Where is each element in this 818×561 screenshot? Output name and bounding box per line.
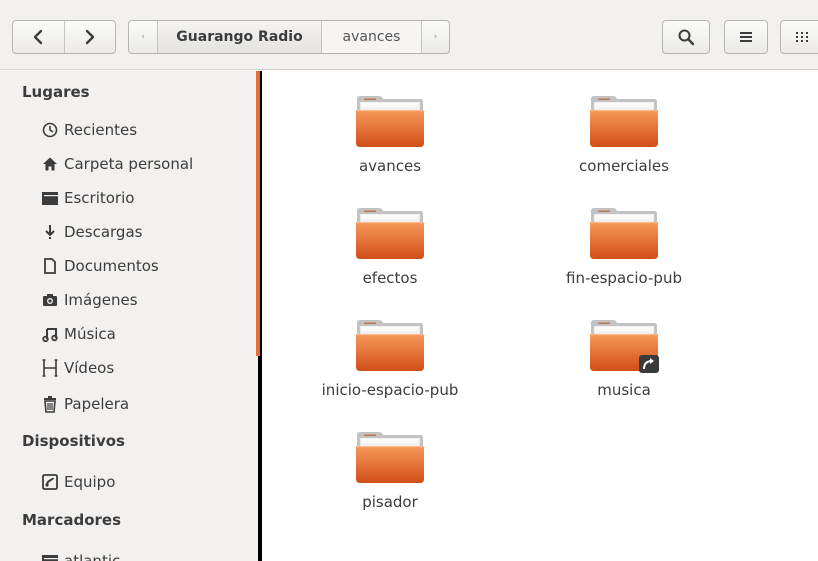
sidebar-item-label: Descargas <box>64 223 143 241</box>
desktop-folder-icon <box>40 189 60 207</box>
bookmarks-heading: Marcadores <box>22 511 122 529</box>
path-scroll-left-button[interactable]: ‹ <box>129 21 157 53</box>
sidebar-item-label: Papelera <box>64 395 130 413</box>
folder-icon <box>589 205 659 261</box>
sidebar-scrollbar[interactable] <box>256 71 260 356</box>
folder-item-comerciales[interactable]: comerciales <box>524 93 724 175</box>
music-icon <box>40 325 60 343</box>
download-icon <box>40 223 60 241</box>
sidebar-item-documentos[interactable]: Documentos <box>40 254 159 278</box>
folder-item-inicio-espacio-pub[interactable]: inicio-espacio-pub <box>290 317 490 399</box>
sidebar-item-label: Equipo <box>64 473 116 491</box>
folder-item-musica[interactable]: musica <box>524 317 724 399</box>
search-icon <box>678 29 695 46</box>
sidebar-item-papelera[interactable]: Papelera <box>40 392 129 416</box>
sidebar-item-label: Recientes <box>64 121 138 139</box>
sidebar-item-label: atlantic <box>64 552 121 561</box>
sidebar-item-escritorio[interactable]: Escritorio <box>40 186 134 210</box>
grid-view-button[interactable] <box>780 20 818 54</box>
folder-icon <box>355 205 425 261</box>
folder-icon <box>40 552 60 561</box>
sidebar: Lugares Recientes Carpeta personal Escri… <box>0 71 258 561</box>
folder-name: fin-espacio-pub <box>566 269 682 287</box>
trash-icon <box>40 395 60 413</box>
file-view: avances comerciales efectos fin-espacio-… <box>262 71 818 561</box>
search-button[interactable] <box>662 20 710 54</box>
list-view-button[interactable] <box>724 20 768 54</box>
sidebar-item-carpeta-personal[interactable]: Carpeta personal <box>40 152 193 176</box>
folder-name: musica <box>597 381 651 399</box>
devices-heading: Dispositivos <box>22 432 125 450</box>
toolbar: ‹ Guarango Radio avances › <box>0 0 818 70</box>
back-button[interactable] <box>13 21 64 53</box>
sidebar-item-descargas[interactable]: Descargas <box>40 220 142 244</box>
breadcrumb-avances[interactable]: avances <box>321 21 421 53</box>
sidebar-item-videos[interactable]: Vídeos <box>40 356 114 380</box>
forward-button[interactable] <box>63 21 115 53</box>
drive-icon <box>40 473 60 491</box>
sidebar-item-atlantic[interactable]: atlantic <box>40 549 120 561</box>
places-heading: Lugares <box>22 83 90 101</box>
navigation-buttons <box>12 20 116 54</box>
folder-item-efectos[interactable]: efectos <box>290 205 490 287</box>
folder-icon <box>355 317 425 373</box>
folder-item-pisador[interactable]: pisador <box>290 429 490 511</box>
sidebar-item-label: Carpeta personal <box>64 155 194 173</box>
sidebar-item-label: Música <box>64 325 116 343</box>
home-icon <box>40 155 60 173</box>
folder-icon <box>589 93 659 149</box>
folder-icon <box>355 93 425 149</box>
chevron-left-icon <box>34 29 43 45</box>
folder-icon <box>355 429 425 485</box>
camera-icon <box>40 291 60 309</box>
sidebar-item-imagenes[interactable]: Imágenes <box>40 288 138 312</box>
sidebar-item-musica[interactable]: Música <box>40 322 116 346</box>
folder-name: efectos <box>362 269 418 287</box>
folder-name: avances <box>358 157 422 175</box>
sidebar-item-label: Imágenes <box>64 291 138 309</box>
sidebar-item-recientes[interactable]: Recientes <box>40 118 137 142</box>
folder-link-icon-wrap <box>589 317 659 373</box>
folder-item-avances[interactable]: avances <box>290 93 490 175</box>
film-icon <box>40 359 60 377</box>
folder-name: pisador <box>362 493 418 511</box>
path-bar: ‹ Guarango Radio avances › <box>128 20 450 54</box>
symlink-arrow-icon <box>639 355 659 373</box>
clock-icon <box>40 121 60 139</box>
sidebar-item-label: Escritorio <box>64 189 135 207</box>
list-icon <box>740 32 752 42</box>
sidebar-item-label: Documentos <box>64 257 159 275</box>
sidebar-item-equipo[interactable]: Equipo <box>40 470 115 494</box>
document-icon <box>40 257 60 275</box>
chevron-right-icon <box>85 29 95 45</box>
folder-name: comerciales <box>579 157 669 175</box>
path-scroll-right-button[interactable]: › <box>421 21 449 53</box>
folder-item-fin-espacio-pub[interactable]: fin-espacio-pub <box>524 205 724 287</box>
folder-name: inicio-espacio-pub <box>321 381 459 399</box>
breadcrumb-guarango-radio[interactable]: Guarango Radio <box>157 21 321 53</box>
sidebar-item-label: Vídeos <box>64 359 115 377</box>
grid-icon <box>796 32 808 42</box>
